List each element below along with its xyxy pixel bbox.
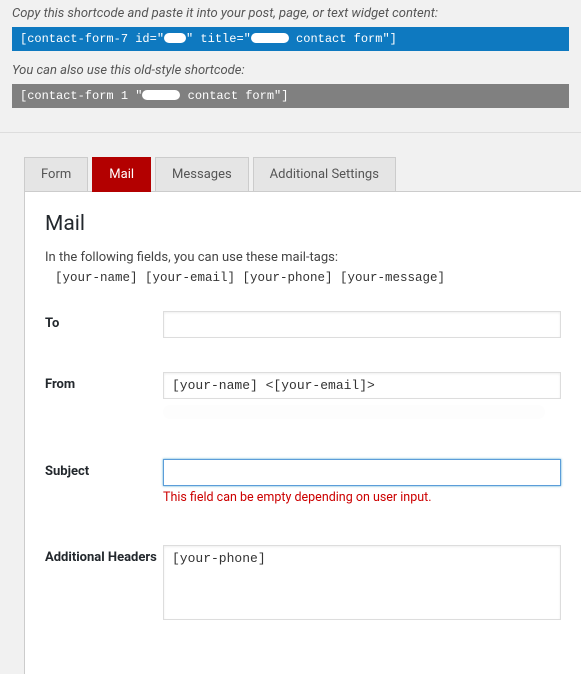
row-additional-headers: Additional Headers	[45, 545, 561, 624]
tabs-wrapper: Form Mail Messages Additional Settings	[0, 133, 581, 192]
tab-mail[interactable]: Mail	[92, 157, 151, 192]
textarea-additional-headers[interactable]	[163, 545, 561, 620]
shortcode-text: [contact-form 1 "	[20, 89, 142, 103]
redacted-id	[164, 33, 186, 43]
shortcode-primary-box[interactable]: [contact-form-7 id=" " title=" contact fo…	[12, 27, 569, 51]
label-to: To	[45, 311, 163, 331]
input-from[interactable]	[163, 372, 561, 399]
row-from: From	[45, 372, 561, 419]
shortcode-intro-primary: Copy this shortcode and paste it into yo…	[12, 6, 569, 21]
label-from: From	[45, 372, 163, 392]
shortcode-section: Copy this shortcode and paste it into yo…	[0, 0, 581, 133]
label-subject: Subject	[45, 459, 163, 479]
shortcode-text: contact form"]	[289, 32, 397, 46]
shortcode-intro-secondary: You can also use this old-style shortcod…	[12, 63, 569, 78]
shortcode-secondary-box[interactable]: [contact-form 1 " contact form"]	[12, 84, 569, 108]
tab-additional-settings[interactable]: Additional Settings	[253, 157, 396, 192]
shortcode-text: [contact-form-7 id="	[20, 32, 164, 46]
helper-blank	[163, 405, 545, 419]
mail-tags: [your-name] [your-email] [your-phone] [y…	[55, 271, 561, 285]
shortcode-text: contact form"]	[180, 89, 288, 103]
subject-error-text: This field can be empty depending on use…	[163, 490, 561, 505]
panel-title: Mail	[45, 212, 561, 236]
row-to: To	[45, 311, 561, 338]
input-to[interactable]	[163, 311, 561, 338]
panel-description: In the following fields, you can use the…	[45, 250, 561, 265]
tab-form[interactable]: Form	[24, 157, 88, 192]
row-subject: Subject This field can be empty dependin…	[45, 459, 561, 505]
tabs: Form Mail Messages Additional Settings	[24, 157, 581, 192]
redacted-title2	[142, 90, 180, 100]
mail-panel: Mail In the following fields, you can us…	[24, 191, 581, 674]
input-subject[interactable]	[163, 459, 561, 486]
shortcode-text: " title="	[186, 32, 251, 46]
tab-messages[interactable]: Messages	[155, 157, 249, 192]
redacted-title	[251, 33, 289, 43]
label-additional-headers: Additional Headers	[45, 545, 163, 565]
